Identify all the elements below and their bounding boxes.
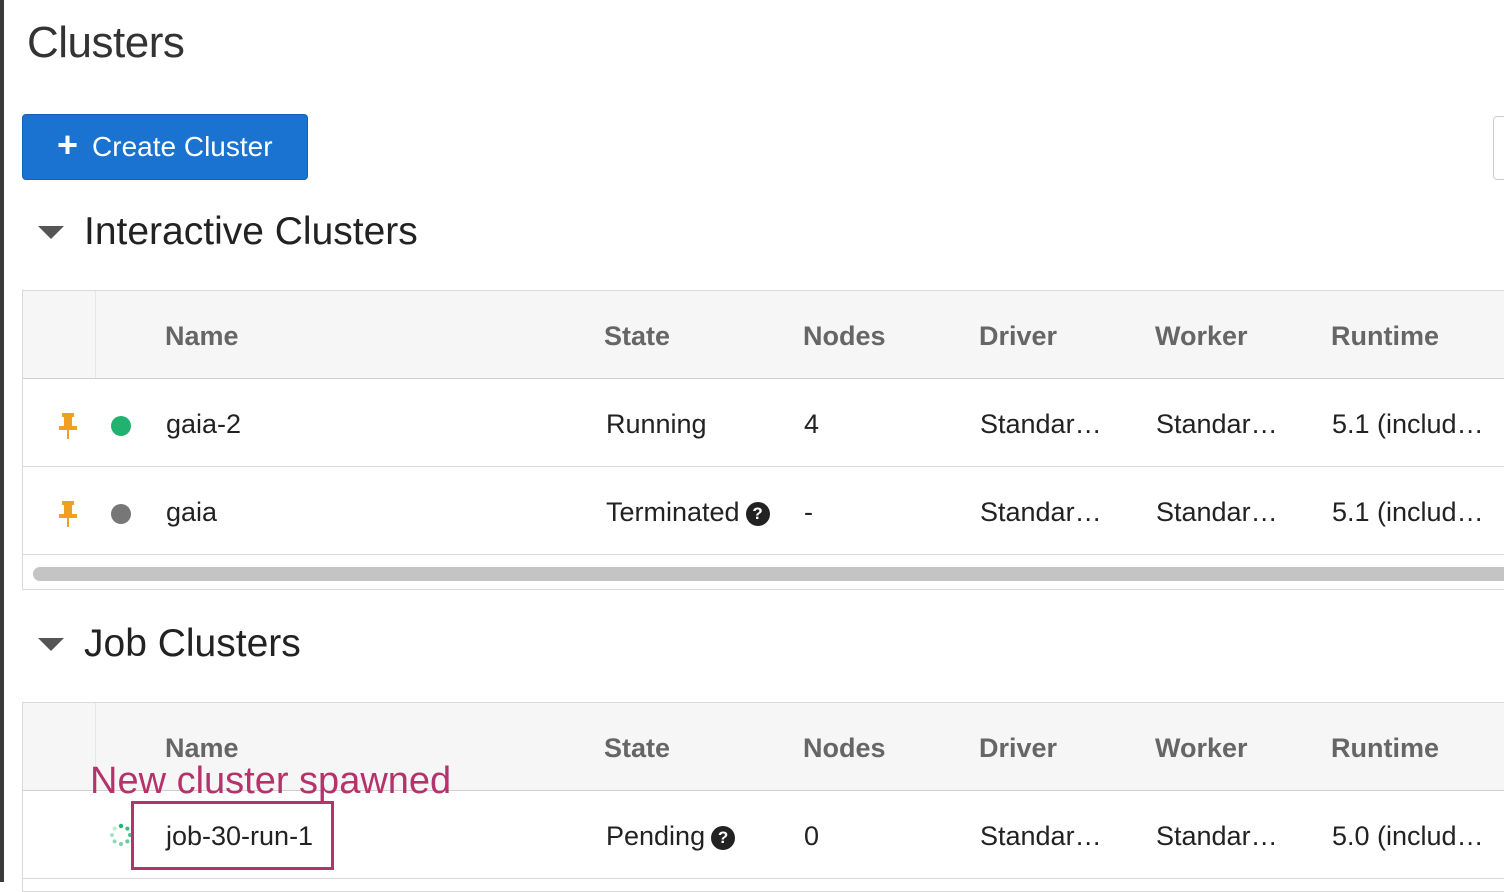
page-title: Clusters <box>27 18 185 67</box>
cluster-name-link[interactable]: gaia <box>166 497 217 528</box>
annotation-highlight-box <box>131 801 334 870</box>
cluster-runtime: 5.1 (includ… <box>1332 497 1484 527</box>
column-header-runtime[interactable]: Runtime <box>1331 733 1439 764</box>
pin-icon[interactable] <box>57 412 79 440</box>
scrollbar-thumb[interactable] <box>33 567 1504 581</box>
cluster-runtime: 5.0 (includ… <box>1332 821 1484 851</box>
status-terminated-icon <box>111 504 131 524</box>
cluster-state: Running <box>606 409 707 439</box>
column-header-nodes[interactable]: Nodes <box>803 321 886 352</box>
interactive-clusters-title: Interactive Clusters <box>84 210 418 253</box>
annotation-label: New cluster spawned <box>90 760 452 802</box>
cluster-worker: Standar… <box>1156 497 1278 527</box>
column-header-runtime[interactable]: Runtime <box>1331 321 1439 352</box>
interactive-clusters-toggle[interactable]: Interactive Clusters <box>38 210 418 254</box>
cluster-worker: Standar… <box>1156 409 1278 439</box>
help-icon[interactable]: ? <box>745 502 770 526</box>
column-header-worker[interactable]: Worker <box>1155 733 1248 764</box>
cluster-driver: Standar… <box>980 409 1102 439</box>
column-header-worker[interactable]: Worker <box>1155 321 1248 352</box>
cluster-state-text: Pending <box>606 821 706 851</box>
job-clusters-toggle[interactable]: Job Clusters <box>38 622 301 666</box>
caret-down-icon <box>38 225 64 239</box>
cluster-nodes: - <box>804 497 813 527</box>
cluster-nodes: 0 <box>804 821 820 851</box>
cluster-driver: Standar… <box>980 821 1102 851</box>
cluster-driver: Standar… <box>980 497 1102 527</box>
cluster-worker: Standar… <box>1156 821 1278 851</box>
help-icon[interactable]: ? <box>711 826 736 850</box>
column-header-driver[interactable]: Driver <box>979 321 1057 352</box>
column-header-name[interactable]: Name <box>165 321 239 352</box>
column-header-nodes[interactable]: Nodes <box>803 733 886 764</box>
table-row[interactable]: gaia-2 Running 4 Standar… Standar… 5.1 (… <box>23 379 1504 467</box>
interactive-clusters-table: Name State Nodes Driver Worker Runtime g… <box>22 290 1504 590</box>
caret-down-icon <box>38 637 64 651</box>
cluster-runtime: 5.1 (includ… <box>1332 409 1484 439</box>
pin-icon[interactable] <box>57 500 79 528</box>
cluster-state: Terminated? <box>606 497 770 528</box>
spinner-icon <box>110 823 132 846</box>
table-header: Name State Nodes Driver Worker Runtime <box>23 291 1504 379</box>
cluster-state-text: Terminated <box>606 497 740 527</box>
cluster-nodes: 4 <box>804 409 820 439</box>
create-cluster-label: Create Cluster <box>92 131 273 162</box>
column-header-state[interactable]: State <box>604 733 670 764</box>
table-row[interactable]: gaia Terminated? - Standar… Standar… 5.1… <box>23 467 1504 555</box>
filter-control[interactable] <box>1493 116 1504 180</box>
horizontal-scrollbar[interactable] <box>23 555 1504 591</box>
column-header-state[interactable]: State <box>604 321 670 352</box>
job-clusters-title: Job Clusters <box>84 622 301 665</box>
status-running-icon <box>111 416 131 436</box>
column-header-driver[interactable]: Driver <box>979 733 1057 764</box>
create-cluster-button[interactable]: + Create Cluster <box>22 114 308 180</box>
cluster-name-link[interactable]: gaia-2 <box>166 409 241 440</box>
plus-icon: + <box>57 124 79 165</box>
cluster-state: Pending? <box>606 821 736 852</box>
window-edge <box>0 0 4 882</box>
